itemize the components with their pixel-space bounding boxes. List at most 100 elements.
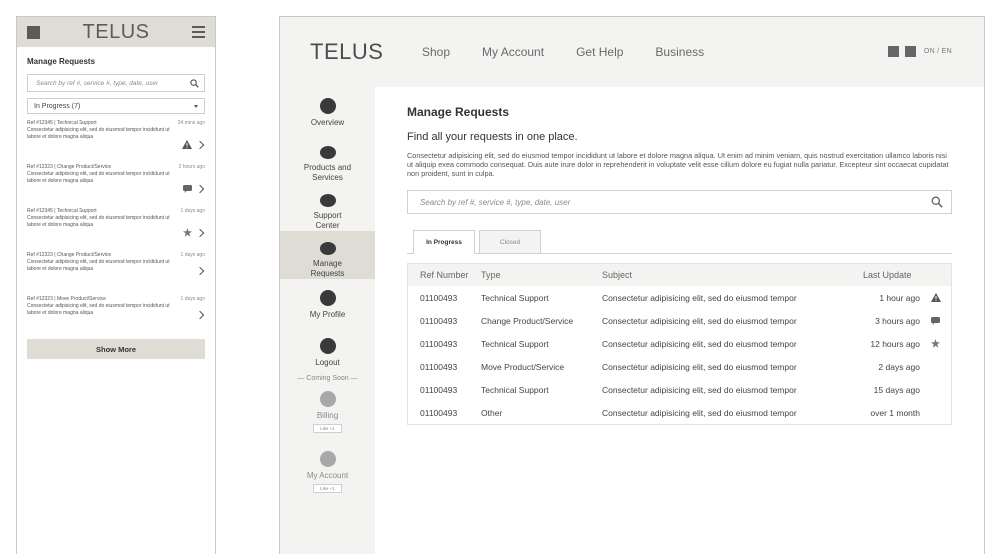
list-item-ref: Ref #12323 | Change Product/Service bbox=[27, 252, 112, 258]
column-header-ref[interactable]: Ref Number bbox=[408, 270, 481, 280]
chat-icon bbox=[931, 316, 940, 325]
sidebar-item-label: Billing bbox=[316, 411, 339, 420]
sidebar-item-billing: Billing Like +1 bbox=[280, 384, 375, 444]
list-item-icons bbox=[195, 266, 205, 276]
cell-type: Move Product/Service bbox=[481, 361, 565, 372]
hamburger-menu-icon[interactable] bbox=[192, 26, 205, 38]
page-subtitle: Find all your requests in one place. bbox=[407, 131, 578, 143]
cell-subject: Consectetur adipisicing elit, sed do eiu… bbox=[602, 384, 797, 395]
chevron-right-icon[interactable] bbox=[195, 184, 205, 194]
cell-ref: 01100493 bbox=[420, 338, 458, 349]
sidebar-item-label: Logout bbox=[315, 358, 340, 367]
cell-ref: 01100493 bbox=[420, 292, 458, 303]
cell-type: Other bbox=[481, 407, 503, 418]
sidebar-item-logout[interactable]: Logout bbox=[280, 327, 375, 371]
table-body: 01100493 Technical Support Consectetur adi… bbox=[408, 286, 951, 424]
list-item-time: 24 mins ago bbox=[177, 120, 205, 126]
cell-subject: Consectetur adipisicing elit, sed do eiu… bbox=[602, 361, 797, 372]
sidebar-item-label: Overview bbox=[310, 118, 345, 127]
table-row[interactable]: 01100493 Change Product/Service Consectetu… bbox=[408, 309, 951, 332]
table-row[interactable]: 01100493 Technical Support Consectetur adi… bbox=[408, 332, 951, 355]
mobile-status-filter[interactable]: In Progress (7) bbox=[27, 98, 205, 114]
tab-in-progress[interactable]: In Progress bbox=[413, 230, 475, 254]
table-row[interactable]: 01100493 Technical Support Consectetur adi… bbox=[408, 286, 951, 309]
sidebar-item-manage-requests[interactable]: Manage Requests bbox=[280, 231, 375, 279]
cell-status bbox=[920, 293, 951, 302]
search-icon[interactable] bbox=[931, 196, 943, 208]
requests-table: Ref Number Type Subject Last Update 0110… bbox=[407, 263, 952, 425]
mobile-page-title: Manage Requests bbox=[27, 57, 96, 66]
sidebar-item-my-profile[interactable]: My Profile bbox=[280, 279, 375, 327]
list-item-text: Consectetur adipisicing elit, sed do eiu… bbox=[27, 171, 170, 184]
circle-icon bbox=[319, 451, 336, 467]
nav-business[interactable]: Business bbox=[655, 45, 704, 59]
search-input[interactable]: Search by ref #, service #, type, date, … bbox=[407, 190, 952, 214]
column-header-last-update[interactable]: Last Update bbox=[840, 270, 951, 280]
like-button[interactable]: Like +1 bbox=[313, 424, 342, 433]
list-item-text: Consectetur adipisicing elit, sed do eiu… bbox=[27, 259, 170, 272]
nav-my-account[interactable]: My Account bbox=[482, 45, 544, 59]
search-icon[interactable] bbox=[190, 78, 199, 88]
list-item[interactable]: Ref #12323 | Move Product/Service 1 days … bbox=[27, 296, 205, 336]
desktop-view: TELUS Shop My Account Get Help Business … bbox=[279, 16, 985, 554]
list-item-ref: Ref #12345 | Technical Support bbox=[27, 120, 97, 126]
sidebar-item-overview[interactable]: Overview bbox=[280, 87, 375, 135]
square-icon[interactable] bbox=[887, 46, 899, 57]
list-item-header: Ref #12323 | Move Product/Service 1 days … bbox=[27, 296, 205, 302]
tab-closed[interactable]: Closed bbox=[479, 230, 541, 254]
like-button[interactable]: Like +1 bbox=[313, 484, 342, 493]
column-header-subject[interactable]: Subject bbox=[602, 270, 840, 280]
nav-get-help[interactable]: Get Help bbox=[576, 45, 623, 59]
tab-bar: In Progress Closed bbox=[413, 230, 952, 254]
list-item-text: Consectetur adipisicing elit, sed do eiu… bbox=[27, 127, 170, 140]
square-icon[interactable] bbox=[904, 46, 916, 57]
chevron-right-icon[interactable] bbox=[195, 140, 205, 150]
cell-last-update: 2 days ago bbox=[878, 361, 920, 372]
star-icon bbox=[931, 339, 940, 348]
cell-ref: 01100493 bbox=[420, 384, 458, 395]
list-item-time: 2 hours ago bbox=[178, 164, 205, 170]
chevron-right-icon[interactable] bbox=[195, 266, 205, 276]
show-more-button[interactable]: Show More bbox=[27, 339, 205, 359]
desktop-header: TELUS Shop My Account Get Help Business … bbox=[280, 17, 984, 87]
coming-soon-divider: — Coming Soon — bbox=[297, 375, 358, 382]
main-content: Manage Requests Find all your requests i… bbox=[407, 87, 952, 425]
cell-type: Technical Support bbox=[481, 338, 549, 349]
desktop-logo[interactable]: TELUS bbox=[310, 39, 406, 65]
list-item-time: 1 days ago bbox=[180, 296, 205, 302]
mobile-logo[interactable]: TELUS bbox=[83, 21, 150, 44]
cell-ref: 01100493 bbox=[420, 361, 458, 372]
list-item-icons bbox=[183, 224, 205, 242]
mobile-header: TELUS bbox=[17, 17, 215, 47]
list-item[interactable]: Ref #12323 | Change Product/Service 2 hou… bbox=[27, 164, 205, 204]
cell-type: Change Product/Service bbox=[481, 315, 574, 326]
sidebar-item-label: Manage Requests bbox=[310, 259, 345, 278]
language-toggle[interactable]: ON / EN bbox=[924, 48, 952, 55]
sidebar-item-support-center[interactable]: Support Center bbox=[280, 183, 375, 231]
warning-icon bbox=[930, 293, 941, 302]
list-item[interactable]: Ref #12345 | Technical Support 1 days ago… bbox=[27, 208, 205, 248]
square-icon[interactable] bbox=[27, 25, 40, 39]
list-item-icons bbox=[195, 310, 205, 320]
table-row[interactable]: 01100493 Move Product/Service Consectetur … bbox=[408, 355, 951, 378]
circle-icon bbox=[319, 194, 336, 207]
mobile-view: TELUS Manage Requests Search by ref #, s… bbox=[16, 16, 216, 554]
page-title: Manage Requests bbox=[407, 105, 510, 119]
sidebar-item-my-account: My Account Like +1 bbox=[280, 444, 375, 504]
chevron-right-icon[interactable] bbox=[195, 310, 205, 320]
list-item-header: Ref #12345 | Technical Support 1 days ago bbox=[27, 208, 205, 214]
sidebar-item-products-and-services[interactable]: Products and Services bbox=[280, 135, 375, 183]
list-item[interactable]: Ref #12323 | Change Product/Service 1 day… bbox=[27, 252, 205, 292]
cell-subject: Consectetur adipisicing elit, sed do eiu… bbox=[602, 315, 797, 326]
sidebar-item-label: Products and Services bbox=[303, 163, 352, 182]
table-row[interactable]: 01100493 Technical Support Consectetur adi… bbox=[408, 378, 951, 401]
top-nav: Shop My Account Get Help Business bbox=[422, 45, 736, 59]
chevron-right-icon[interactable] bbox=[195, 228, 205, 238]
table-row[interactable]: 01100493 Other Consectetur adipisicing eli… bbox=[408, 401, 951, 424]
chevron-down-icon bbox=[194, 104, 198, 108]
cell-ref: 01100493 bbox=[420, 315, 458, 326]
column-header-type[interactable]: Type bbox=[481, 270, 602, 280]
mobile-search-input[interactable]: Search by ref #, service #, type, date, … bbox=[27, 74, 205, 92]
list-item[interactable]: Ref #12345 | Technical Support 24 mins ag… bbox=[27, 120, 205, 160]
nav-shop[interactable]: Shop bbox=[422, 45, 450, 59]
